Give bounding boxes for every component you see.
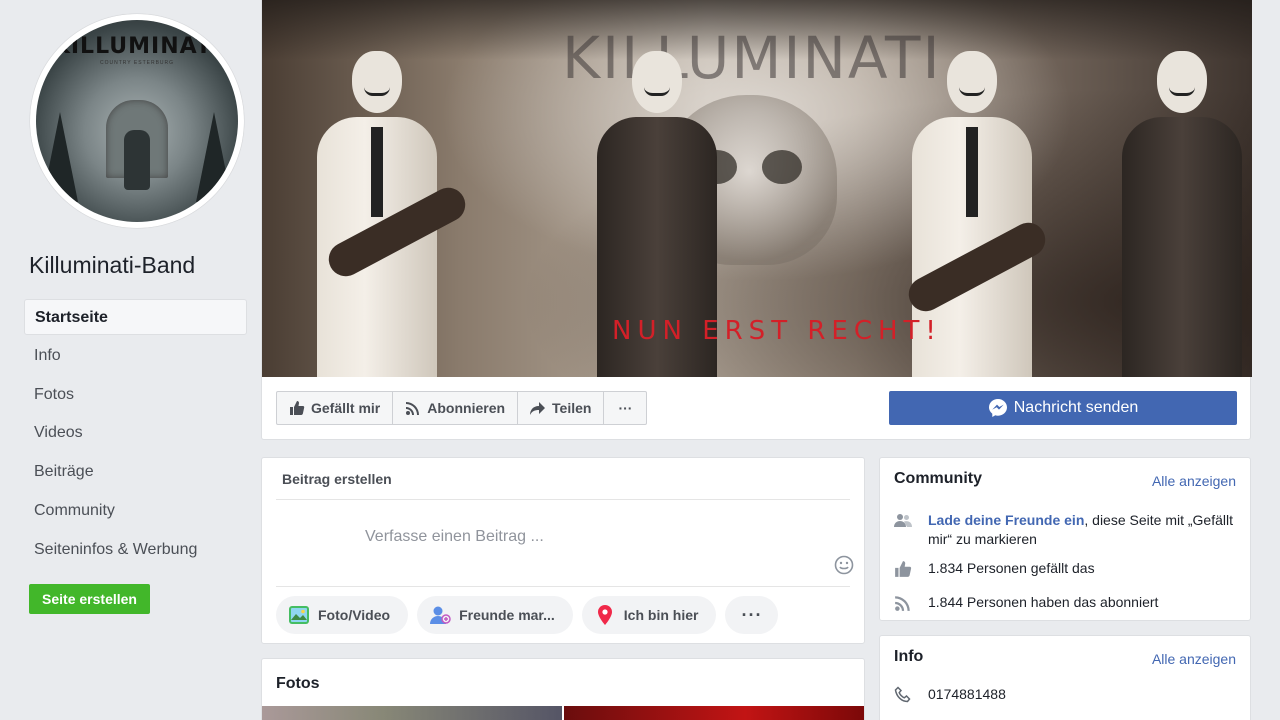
nav-item-videos[interactable]: Videos	[24, 415, 247, 451]
composer-more-button[interactable]: ···	[725, 596, 779, 634]
info-see-all-link[interactable]: Alle anzeigen	[1152, 651, 1236, 667]
mask-graphic	[352, 51, 402, 113]
phone-row: 0174881488	[894, 685, 1240, 704]
mask-graphic	[1157, 51, 1207, 113]
followers-row: 1.844 Personen haben das abonniert	[894, 593, 1240, 612]
composer-actions: Foto/Video Freunde mar... Ich bin hier ·…	[276, 596, 779, 634]
invite-friends-row: Lade deine Freunde ein, diese Seite mit …	[894, 511, 1240, 549]
nav-item-community[interactable]: Community	[24, 493, 247, 529]
like-label: Gefällt mir	[311, 400, 381, 416]
composer-title[interactable]: Beitrag erstellen	[282, 471, 392, 487]
messenger-icon	[988, 399, 1007, 417]
friends-icon	[894, 514, 912, 527]
send-message-button[interactable]: Nachricht senden	[889, 391, 1237, 425]
nav-item-beitraege[interactable]: Beiträge	[24, 454, 247, 490]
rss-icon	[406, 402, 420, 415]
like-button[interactable]: Gefällt mir	[277, 392, 394, 424]
thumbs-up-icon	[290, 401, 305, 415]
band-member-body	[1122, 117, 1242, 377]
photo-icon	[289, 606, 309, 624]
phone-number[interactable]: 0174881488	[928, 685, 1006, 704]
location-pin-icon	[597, 605, 612, 625]
tag-friends-button[interactable]: Freunde mar...	[417, 596, 573, 634]
tree-graphic	[196, 112, 232, 202]
mask-graphic	[632, 51, 682, 113]
logo-text: KILLUMINATI	[52, 34, 222, 59]
invite-friends-link[interactable]: Lade deine Freunde ein	[928, 512, 1084, 528]
photo-video-button[interactable]: Foto/Video	[276, 596, 409, 634]
likes-row: 1.834 Personen gefällt das	[894, 559, 1240, 578]
info-card: Info Alle anzeigen 0174881488	[879, 635, 1251, 720]
post-composer: Beitrag erstellen Verfasse einen Beitrag…	[261, 457, 865, 644]
checkin-label: Ich bin hier	[623, 607, 699, 623]
photo-thumbnail[interactable]	[564, 706, 864, 720]
nav-item-startseite[interactable]: Startseite	[24, 299, 247, 335]
band-member	[1122, 51, 1242, 377]
photo-video-label: Foto/Video	[318, 607, 391, 623]
photo-thumbnail[interactable]	[262, 706, 562, 720]
logo-subtitle: COUNTRY ESTERBURG	[99, 60, 175, 66]
thumbs-up-icon	[895, 561, 912, 577]
divider	[276, 499, 850, 500]
share-arrow-icon	[530, 402, 546, 415]
page-title[interactable]: Killuminati-Band	[29, 252, 195, 279]
tag-friends-label: Freunde mar...	[459, 607, 555, 623]
community-title[interactable]: Community	[894, 470, 982, 488]
follow-label: Abonnieren	[427, 400, 506, 416]
nav-item-info[interactable]: Info	[24, 338, 247, 374]
left-sidebar: KILLUMINATI COUNTRY ESTERBURG Killuminat…	[24, 0, 247, 720]
create-page-button[interactable]: Seite erstellen	[29, 584, 150, 614]
followers-count: 1.844 Personen haben das abonniert	[928, 594, 1159, 610]
photos-card: Fotos	[261, 658, 865, 720]
phone-icon	[894, 686, 911, 703]
cover-slogan: NUN ERST RECHT!	[612, 316, 942, 346]
send-message-label: Nachricht senden	[1013, 399, 1139, 416]
cover-photo[interactable]: KILLUMINATI NUN ERST RECHT!	[262, 0, 1252, 377]
tie-graphic	[371, 127, 383, 217]
nav-item-seiteninfos[interactable]: Seiteninfos & Werbung	[24, 532, 247, 568]
divider	[276, 586, 850, 587]
profile-picture[interactable]: KILLUMINATI COUNTRY ESTERBURG	[30, 14, 244, 228]
emoji-icon[interactable]	[834, 555, 854, 575]
tie-graphic	[966, 127, 978, 217]
share-label: Teilen	[552, 400, 592, 416]
page-action-bar: Gefällt mir Abonnieren Teilen ···	[276, 391, 648, 425]
page-header-card: KILLUMINATI NUN ERST RECHT! Gefällt mir	[261, 0, 1252, 440]
nav-item-fotos[interactable]: Fotos	[24, 377, 247, 413]
tag-friends-icon	[430, 606, 451, 624]
info-title[interactable]: Info	[894, 648, 923, 666]
checkin-button[interactable]: Ich bin hier	[581, 596, 717, 634]
mask-graphic	[947, 51, 997, 113]
share-button[interactable]: Teilen	[518, 392, 605, 424]
more-actions-button[interactable]: ···	[604, 392, 646, 424]
page-nav: Startseite Info Fotos Videos Beiträge Co…	[24, 299, 247, 571]
community-card: Community Alle anzeigen Lade deine Freun…	[879, 457, 1251, 621]
post-input[interactable]: Verfasse einen Beitrag ...	[365, 528, 544, 546]
tree-graphic	[42, 112, 78, 202]
rss-icon	[895, 596, 910, 611]
zombie-hand-graphic	[124, 130, 150, 190]
photos-title[interactable]: Fotos	[276, 675, 320, 693]
follow-button[interactable]: Abonnieren	[393, 392, 519, 424]
community-see-all-link[interactable]: Alle anzeigen	[1152, 473, 1236, 489]
profile-picture-image: KILLUMINATI COUNTRY ESTERBURG	[36, 20, 238, 222]
likes-count: 1.834 Personen gefällt das	[928, 560, 1095, 576]
